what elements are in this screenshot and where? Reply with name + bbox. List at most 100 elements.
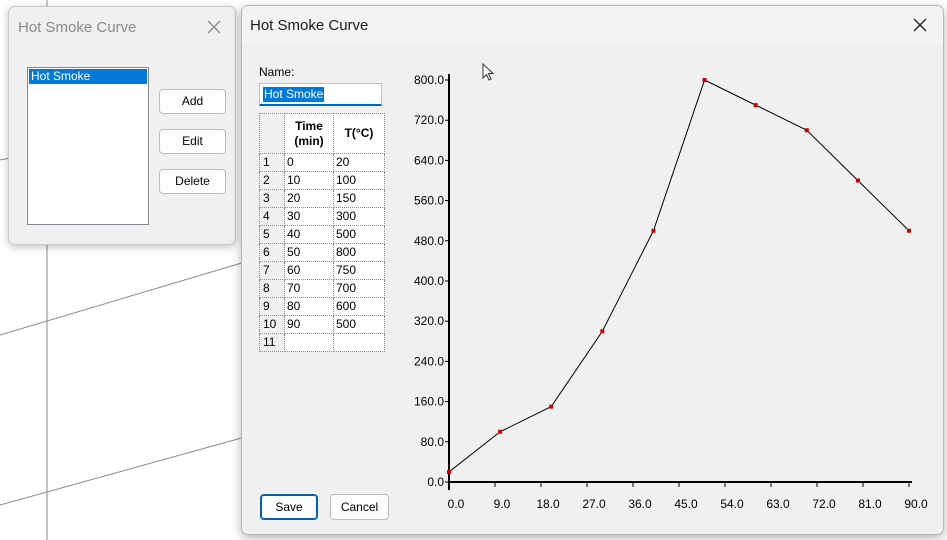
x-tick-label: 0.0 (448, 497, 465, 511)
x-tick-label: 72.0 (812, 497, 836, 511)
table-row[interactable]: 9 80 600 (259, 297, 385, 316)
row-number: 5 (259, 225, 285, 244)
y-tick-label: 640.0 (414, 153, 444, 167)
curve-list-dialog: Hot Smoke Curve Hot Smoke Add Edit Delet… (8, 6, 236, 245)
data-point (447, 469, 451, 474)
temperature-cell[interactable]: 500 (333, 315, 385, 334)
temperature-cell[interactable]: 700 (333, 279, 385, 298)
y-tick-label: 400.0 (414, 274, 444, 288)
name-input[interactable]: Hot Smoke (259, 83, 382, 106)
temperature-cell[interactable]: 750 (333, 261, 385, 280)
time-cell[interactable]: 70 (284, 279, 334, 298)
data-table: Time (min) T(°C) 1 0 20 2 10 100 3 20 150 4 30 300 5… (259, 113, 385, 352)
column-header-temperature: T(°C) (333, 113, 385, 154)
row-number: 9 (259, 297, 285, 316)
curve-listbox[interactable]: Hot Smoke (27, 67, 149, 225)
cancel-button[interactable]: Cancel (330, 494, 389, 520)
column-header-time-line2: (min) (294, 133, 324, 148)
y-tick-label: 560.0 (414, 194, 444, 208)
x-tick-label: 63.0 (766, 497, 790, 511)
x-tick-label: 36.0 (628, 497, 652, 511)
table-row[interactable]: 8 70 700 (259, 279, 385, 298)
edit-button[interactable]: Edit (159, 129, 226, 154)
time-cell[interactable]: 60 (284, 261, 334, 280)
data-point (498, 429, 503, 434)
data-point (907, 228, 911, 233)
temperature-time-chart: 0.0 80.0 160.0 240.0 320.0 400.0 480.0 560.0 640… (414, 73, 928, 511)
row-number: 10 (259, 315, 285, 334)
temperature-cell[interactable]: 600 (333, 297, 385, 316)
column-header-time: Time (min) (284, 113, 334, 154)
data-point (753, 103, 758, 108)
data-point (651, 228, 656, 233)
temperature-cell[interactable]: 500 (333, 225, 385, 244)
data-point (600, 329, 605, 334)
delete-button[interactable]: Delete (159, 169, 226, 194)
add-button[interactable]: Add (159, 89, 226, 114)
y-tick-label: 320.0 (414, 314, 444, 328)
x-tick-label: 81.0 (858, 497, 882, 511)
row-number: 11 (259, 333, 285, 352)
column-header-time-line1: Time (295, 118, 323, 133)
table-row[interactable]: 1 0 20 (259, 153, 385, 172)
table-row[interactable]: 4 30 300 (259, 207, 385, 226)
temperature-cell[interactable]: 20 (333, 153, 385, 172)
temperature-cell[interactable]: 100 (333, 171, 385, 190)
time-cell[interactable]: 90 (284, 315, 334, 334)
x-tick-label: 54.0 (720, 497, 744, 511)
x-tick-label: 9.0 (494, 497, 511, 511)
y-tick-label: 160.0 (414, 395, 444, 409)
data-point (549, 404, 554, 409)
x-tick-label: 27.0 (582, 497, 606, 511)
close-icon[interactable] (913, 18, 927, 32)
row-number: 6 (259, 243, 285, 262)
temperature-cell[interactable]: 800 (333, 243, 385, 262)
table-row[interactable]: 7 60 750 (259, 261, 385, 280)
time-cell[interactable]: 30 (284, 207, 334, 226)
y-tick-label: 0.0 (427, 475, 444, 489)
list-item[interactable]: Hot Smoke (29, 69, 147, 84)
y-tick-label: 80.0 (421, 435, 445, 449)
table-row[interactable]: 11 (259, 333, 385, 352)
corner-header (259, 113, 285, 154)
time-cell[interactable]: 20 (284, 189, 334, 208)
temperature-cell[interactable]: 150 (333, 189, 385, 208)
row-number: 7 (259, 261, 285, 280)
temperature-cell[interactable] (333, 333, 385, 352)
name-label: Name: (259, 65, 295, 79)
time-cell[interactable]: 0 (284, 153, 334, 172)
table-row[interactable]: 5 40 500 (259, 225, 385, 244)
data-point (804, 128, 809, 133)
table-row[interactable]: 2 10 100 (259, 171, 385, 190)
row-number: 3 (259, 189, 285, 208)
dialog-title: Hot Smoke Curve (250, 17, 369, 34)
row-number: 1 (259, 153, 285, 172)
x-tick-label: 18.0 (536, 497, 560, 511)
table-row[interactable]: 10 90 500 (259, 315, 385, 334)
time-cell[interactable]: 80 (284, 297, 334, 316)
save-button[interactable]: Save (260, 494, 318, 520)
time-cell[interactable] (284, 333, 334, 352)
y-tick-label: 800.0 (414, 73, 444, 87)
mouse-pointer-icon (482, 63, 495, 81)
row-number: 8 (259, 279, 285, 298)
time-cell[interactable]: 50 (284, 243, 334, 262)
close-icon[interactable] (207, 20, 221, 34)
y-tick-label: 720.0 (414, 113, 444, 127)
temperature-cell[interactable]: 300 (333, 207, 385, 226)
time-cell[interactable]: 10 (284, 171, 334, 190)
time-cell[interactable]: 40 (284, 225, 334, 244)
y-tick-label: 480.0 (414, 234, 444, 248)
data-point (702, 78, 707, 82)
name-input-value: Hot Smoke (263, 87, 325, 102)
table-row[interactable]: 6 50 800 (259, 243, 385, 262)
curve-editor-dialog: Hot Smoke Curve Name: Hot Smoke Time (mi… (241, 5, 944, 535)
x-tick-label: 90.0 (904, 497, 928, 511)
data-point (855, 178, 860, 183)
row-number: 2 (259, 171, 285, 190)
x-tick-label: 45.0 (674, 497, 698, 511)
dialog-title: Hot Smoke Curve (18, 19, 137, 36)
row-number: 4 (259, 207, 285, 226)
table-row[interactable]: 3 20 150 (259, 189, 385, 208)
series-line (448, 79, 910, 473)
